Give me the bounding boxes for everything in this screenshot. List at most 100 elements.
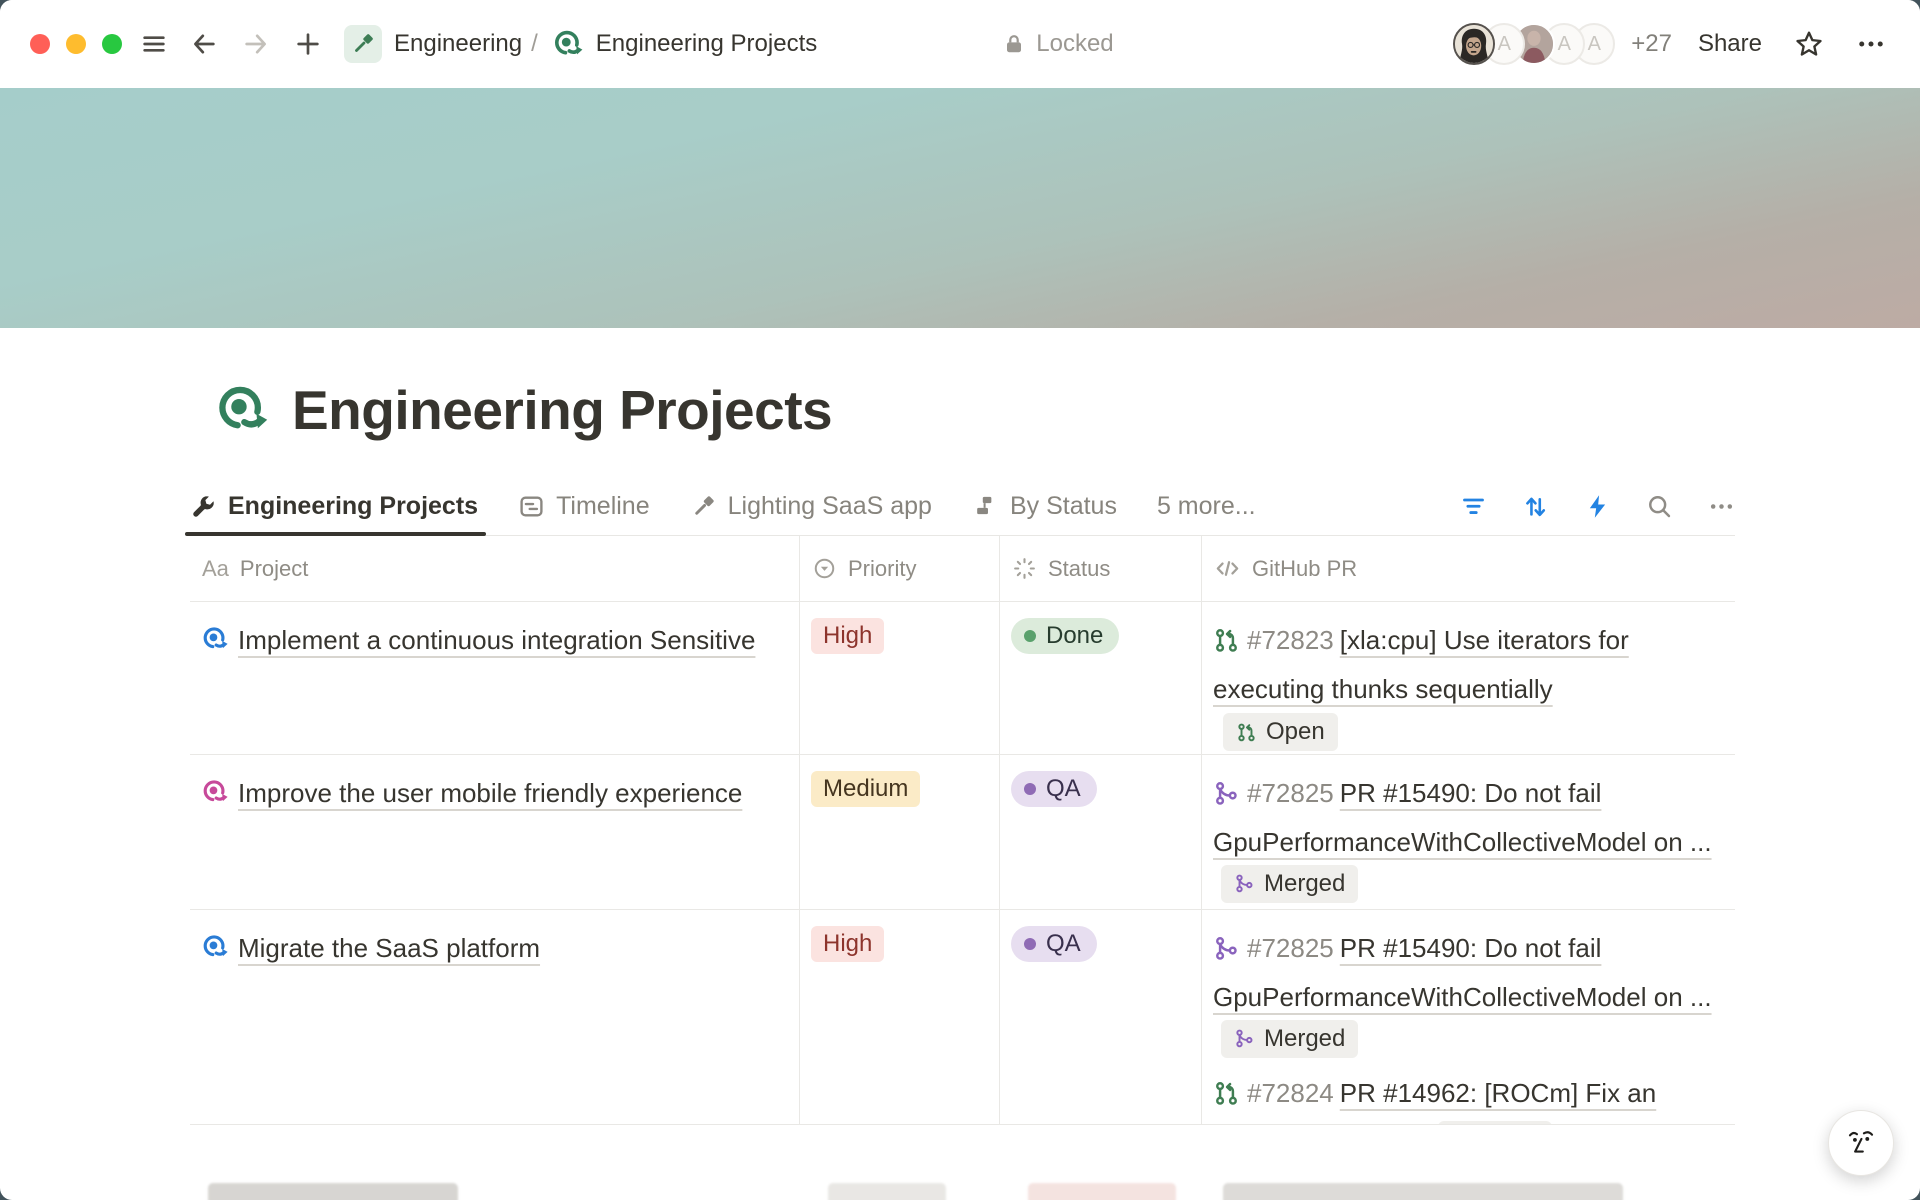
- priority-tag: High: [811, 618, 884, 654]
- select-property-icon: [812, 556, 837, 581]
- pr-state-badge: Merged: [1221, 865, 1358, 903]
- partial-next-row: [1028, 1183, 1176, 1200]
- status-tag: QA: [1011, 771, 1097, 807]
- column-header-status[interactable]: Status: [1000, 536, 1202, 601]
- lock-icon: [1002, 32, 1026, 56]
- status-tag: QA: [1011, 926, 1097, 962]
- traffic-lights: [30, 34, 122, 54]
- back-icon[interactable]: [190, 30, 218, 58]
- table-row: Implement a continuous integration Sensi…: [190, 602, 1735, 755]
- ai-face-icon: [1843, 1125, 1879, 1161]
- priority-tag: High: [811, 926, 884, 962]
- avatar[interactable]: [1453, 23, 1495, 65]
- git-pull-request-icon: [1236, 722, 1257, 743]
- wrench-icon: [190, 493, 217, 520]
- partial-next-row: [1223, 1183, 1623, 1200]
- project-page-icon: [201, 775, 229, 819]
- page-icon[interactable]: [214, 382, 270, 438]
- pr-state-badge: Open: [1438, 1121, 1553, 1126]
- tab-engineering-projects[interactable]: Engineering Projects: [190, 478, 478, 535]
- priority-cell[interactable]: High: [800, 910, 1000, 1124]
- filter-icon[interactable]: [1460, 493, 1487, 520]
- more-options-icon[interactable]: [1856, 29, 1886, 59]
- git-merge-icon: [1234, 1028, 1255, 1049]
- project-page-icon: [201, 930, 229, 974]
- column-header-project[interactable]: Aa Project: [190, 536, 800, 601]
- github-pr-cell[interactable]: #72823[xla:cpu] Use iterators for execut…: [1202, 602, 1735, 754]
- column-header-priority[interactable]: Priority: [800, 536, 1000, 601]
- github-pr-cell[interactable]: #72825PR #15490: Do not fail GpuPerforma…: [1202, 755, 1735, 909]
- tab-by-status[interactable]: By Status: [972, 478, 1117, 535]
- more-views-button[interactable]: 5 more...: [1157, 478, 1256, 535]
- locked-label: Locked: [1036, 30, 1113, 58]
- lock-status[interactable]: Locked: [1002, 30, 1113, 58]
- presence-avatars[interactable]: A A A: [1453, 23, 1615, 65]
- project-cell[interactable]: Implement a continuous integration Sensi…: [190, 602, 800, 754]
- notion-ai-button[interactable]: [1828, 1110, 1894, 1176]
- automation-bolt-icon[interactable]: [1584, 493, 1611, 520]
- pr-number: #72825: [1247, 778, 1334, 808]
- text-property-icon: Aa: [202, 556, 229, 582]
- status-dot: [1024, 783, 1036, 795]
- page-cover-image[interactable]: [0, 88, 1920, 328]
- new-page-icon[interactable]: [294, 30, 322, 58]
- git-merge-icon: [1213, 776, 1240, 820]
- tab-lighting-saas-app[interactable]: Lighting SaaS app: [690, 478, 932, 535]
- pr-number: #72823: [1247, 625, 1334, 655]
- status-cell[interactable]: Done: [1000, 602, 1202, 754]
- page-title[interactable]: Engineering Projects: [292, 378, 832, 442]
- status-tag: Done: [1011, 618, 1119, 654]
- page-content: Engineering Projects Engineering Project…: [0, 328, 1920, 1125]
- sidebar-toggle-icon[interactable]: [140, 30, 168, 58]
- project-title-link[interactable]: Implement a continuous integration Sensi…: [238, 625, 755, 655]
- timeline-icon: [518, 493, 545, 520]
- priority-cell[interactable]: High: [800, 602, 1000, 754]
- project-cell[interactable]: Improve the user mobile friendly experie…: [190, 755, 800, 909]
- breadcrumb-page[interactable]: Engineering Projects: [596, 30, 817, 58]
- project-cell[interactable]: Migrate the SaaS platform: [190, 910, 800, 1124]
- view-options-icon[interactable]: [1708, 493, 1735, 520]
- window-toolbar: Engineering / Engineering Projects Locke…: [0, 0, 1920, 88]
- zoom-window-button[interactable]: [102, 34, 122, 54]
- column-header-github-pr[interactable]: GitHub PR: [1202, 536, 1735, 601]
- favorite-star-icon[interactable]: [1794, 29, 1824, 59]
- table-header-row: Aa Project Priority Status GitHub PR: [190, 536, 1735, 602]
- pr-state-badge: Merged: [1221, 1020, 1358, 1058]
- partial-next-row: [828, 1183, 946, 1200]
- table-row: Improve the user mobile friendly experie…: [190, 755, 1735, 910]
- breadcrumb-separator: /: [531, 30, 538, 58]
- pr-number: #72824: [1247, 1078, 1334, 1108]
- database-table: Aa Project Priority Status GitHub PR: [190, 536, 1735, 1125]
- minimize-window-button[interactable]: [66, 34, 86, 54]
- git-merge-icon: [1234, 873, 1255, 894]
- breadcrumb-workspace-icon[interactable]: [344, 25, 382, 63]
- avatar-overflow-count[interactable]: +27: [1631, 30, 1672, 58]
- status-cell[interactable]: QA: [1000, 755, 1202, 909]
- sort-icon[interactable]: [1522, 493, 1549, 520]
- git-merge-icon: [1213, 931, 1240, 975]
- forward-icon[interactable]: [242, 30, 270, 58]
- status-property-icon: [1012, 556, 1037, 581]
- code-property-icon: [1214, 555, 1241, 582]
- status-dot: [1024, 938, 1036, 950]
- git-pull-request-icon: [1213, 623, 1240, 667]
- pr-number: #72825: [1247, 933, 1334, 963]
- partial-next-row: [208, 1183, 458, 1200]
- share-button[interactable]: Share: [1698, 30, 1762, 58]
- breadcrumb-page-icon: [552, 28, 584, 60]
- board-icon: [972, 493, 999, 520]
- tab-timeline[interactable]: Timeline: [518, 478, 650, 535]
- git-pull-request-icon: [1213, 1076, 1240, 1120]
- status-cell[interactable]: QA: [1000, 910, 1202, 1124]
- view-tabs: Engineering Projects Timeline Lighting S…: [190, 478, 1735, 536]
- github-pr-cell[interactable]: #72825PR #15490: Do not fail GpuPerforma…: [1202, 910, 1735, 1124]
- project-title-link[interactable]: Migrate the SaaS platform: [238, 933, 540, 963]
- close-window-button[interactable]: [30, 34, 50, 54]
- breadcrumb-workspace[interactable]: Engineering: [394, 30, 522, 58]
- project-title-link[interactable]: Improve the user mobile friendly experie…: [238, 778, 742, 808]
- table-row: Migrate the SaaS platform High QA #72825…: [190, 910, 1735, 1125]
- search-icon[interactable]: [1646, 493, 1673, 520]
- notion-window: Engineering / Engineering Projects Locke…: [0, 0, 1920, 1200]
- status-dot: [1024, 630, 1036, 642]
- priority-cell[interactable]: Medium: [800, 755, 1000, 909]
